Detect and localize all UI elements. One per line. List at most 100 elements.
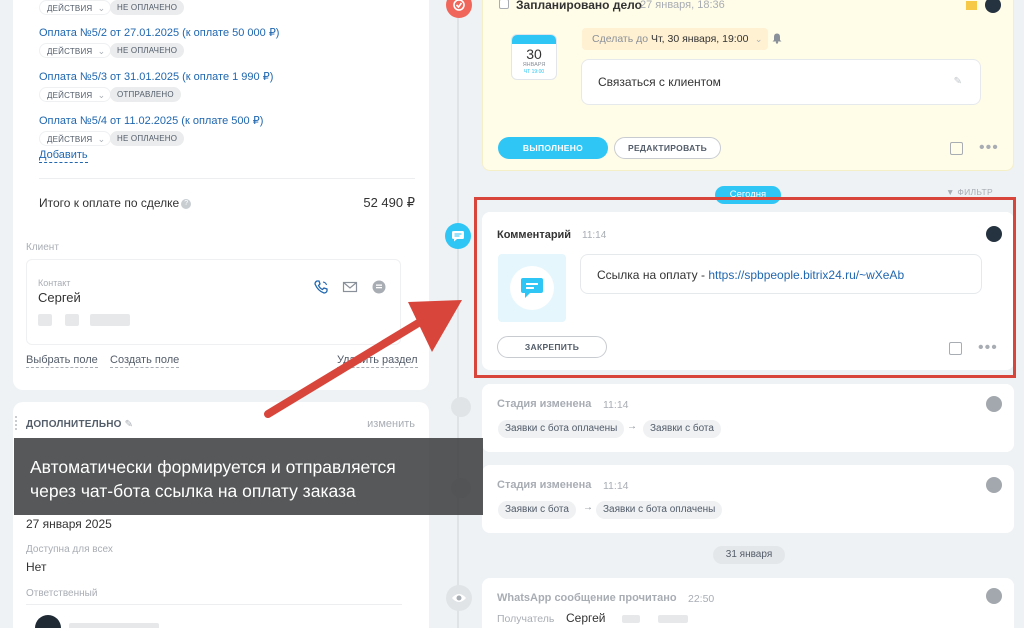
mail-icon[interactable] xyxy=(342,279,358,295)
activity-complete-checkbox[interactable] xyxy=(499,0,509,9)
redacted-phone xyxy=(622,615,640,623)
stage-change-title: Стадия изменена xyxy=(497,398,592,410)
comment-time: 11:14 xyxy=(582,230,607,241)
contact-name[interactable]: Сергей xyxy=(38,290,81,305)
stage-timeline-icon xyxy=(448,394,474,420)
divider xyxy=(26,604,402,605)
activity-check-icon xyxy=(446,0,472,18)
author-avatar[interactable] xyxy=(985,0,1001,13)
chevron-down-icon: ⌄ xyxy=(97,90,106,100)
payment-status-badge: отправлено xyxy=(110,87,181,102)
eye-icon xyxy=(446,585,472,611)
edit-activity-button[interactable]: редактировать xyxy=(614,137,721,159)
payment-link[interactable]: Оплата №5/2 от 27.01.2025 (к оплате 50 0… xyxy=(39,26,279,39)
whatsapp-read-card: WhatsApp сообщение прочитано 22:50 Получ… xyxy=(482,578,1014,628)
pencil-icon[interactable]: ✎ xyxy=(125,419,134,430)
note-icon[interactable] xyxy=(950,142,963,155)
add-payment-link[interactable]: Добавить xyxy=(39,149,88,163)
comment-bubble[interactable]: Ссылка на оплату - https://spbpeople.bit… xyxy=(580,254,982,294)
more-icon[interactable]: ••• xyxy=(979,140,999,156)
stage-from-chip: Заявки с бота оплачены xyxy=(498,420,625,438)
available-for-all-label: Доступна для всех xyxy=(26,544,113,555)
client-contact-block[interactable] xyxy=(26,259,401,345)
payments-card: действия ⌄ не оплачено Оплата №5/2 от 27.… xyxy=(13,0,429,390)
responsible-avatar[interactable] xyxy=(35,615,61,628)
additional-section-card: ДОПОЛНИТЕЛЬНО ✎ изменить 27 января 2025 … xyxy=(13,402,429,628)
recipient-name[interactable]: Сергей xyxy=(566,611,606,625)
drag-handle-icon[interactable] xyxy=(15,416,21,430)
arrow-right-icon: → xyxy=(627,421,637,432)
total-label: Итого к оплате по сделке? xyxy=(39,196,192,210)
redacted-name xyxy=(69,623,159,628)
total-value: 52 490 ₽ xyxy=(363,195,415,210)
chevron-down-icon: ⌄ xyxy=(97,46,106,56)
additional-section-title: ДОПОЛНИТЕЛЬНО ✎ xyxy=(26,419,134,430)
chevron-down-icon: ⌄ xyxy=(754,34,763,44)
complete-button[interactable]: выполнено xyxy=(498,137,608,159)
edit-section-link[interactable]: изменить xyxy=(367,418,415,430)
author-avatar[interactable] xyxy=(986,226,1002,242)
comment-title: Комментарий xyxy=(497,229,572,241)
comment-timeline-icon xyxy=(445,223,471,249)
today-divider: Сегодня xyxy=(715,186,781,204)
payment-link[interactable]: Оплата №5/4 от 11.02.2025 (к оплате 500 … xyxy=(39,114,263,127)
activity-date: 27 января, 18:36 xyxy=(640,0,725,11)
author-avatar[interactable] xyxy=(986,477,1002,493)
client-section-label: Клиент xyxy=(26,242,59,253)
payment-url-link[interactable]: https://spbpeople.bitrix24.ru/~wXeAb xyxy=(708,268,904,282)
date-field-value: 27 января 2025 xyxy=(26,517,112,531)
filter-button[interactable]: ▼ ФИЛЬТР xyxy=(946,187,993,197)
note-icon[interactable] xyxy=(949,342,962,355)
activity-description[interactable]: Связаться с клиентом ✎ xyxy=(581,59,981,105)
activity-title: Запланировано дело xyxy=(516,0,642,12)
responsible-label: Ответственный xyxy=(26,588,98,599)
delete-section-link[interactable]: Удалить раздел xyxy=(337,354,418,368)
available-for-all-value: Нет xyxy=(26,560,47,574)
timeline-line xyxy=(457,0,459,628)
redacted-phone xyxy=(65,314,79,326)
create-field-link[interactable]: Создать поле xyxy=(110,354,180,368)
stage-change-card: Стадия изменена 11:14 Заявки с бота → За… xyxy=(482,465,1014,533)
comment-card: Комментарий 11:14 Ссылка на оплату - htt… xyxy=(482,212,1014,370)
stage-from-chip: Заявки с бота xyxy=(498,501,576,519)
comment-text: Ссылка на оплату - https://spbpeople.bit… xyxy=(597,268,905,282)
video-caption: Автоматически формируется и отправляется… xyxy=(14,438,483,515)
comment-type-icon xyxy=(498,254,566,322)
author-avatar[interactable] xyxy=(986,588,1002,604)
payment-actions-dropdown[interactable]: действия ⌄ xyxy=(39,131,112,146)
payment-link[interactable]: Оплата №5/3 от 31.01.2025 (к оплате 1 99… xyxy=(39,70,273,83)
author-avatar[interactable] xyxy=(986,396,1002,412)
flag-icon xyxy=(966,1,977,10)
pencil-icon[interactable]: ✎ xyxy=(954,76,962,87)
redacted-phone xyxy=(38,314,52,326)
contact-label: Контакт xyxy=(38,278,71,288)
divider xyxy=(39,178,415,179)
payment-status-badge: не оплачено xyxy=(110,0,185,15)
stage-to-chip: Заявки с бота xyxy=(643,420,721,438)
chat-icon[interactable] xyxy=(371,279,387,295)
stage-change-title: Стадия изменена xyxy=(497,479,592,491)
calendar-icon: 30 ЯНВАРЯ ЧТ 19:00 xyxy=(511,34,557,80)
phone-icon[interactable] xyxy=(313,279,329,295)
whatsapp-title: WhatsApp сообщение прочитано xyxy=(497,592,677,604)
redacted-phone xyxy=(658,615,688,623)
chevron-down-icon: ⌄ xyxy=(97,3,106,13)
chevron-down-icon: ⌄ xyxy=(97,134,106,144)
deadline-selector[interactable]: Сделать до Чт, 30 января, 19:00 ⌄ xyxy=(582,28,769,50)
bell-icon[interactable] xyxy=(771,32,783,44)
payment-actions-dropdown[interactable]: действия ⌄ xyxy=(39,87,112,102)
select-field-link[interactable]: Выбрать поле xyxy=(26,354,98,368)
payment-actions-dropdown[interactable]: действия ⌄ xyxy=(39,0,112,15)
planned-activity-card: Запланировано дело 27 января, 18:36 30 Я… xyxy=(482,0,1014,171)
stage-to-chip: Заявки с бота оплачены xyxy=(596,501,723,519)
deal-details-column: действия ⌄ не оплачено Оплата №5/2 от 27.… xyxy=(0,0,432,628)
stage-change-time: 11:14 xyxy=(603,399,629,411)
more-icon[interactable]: ••• xyxy=(978,340,998,356)
pin-button[interactable]: закрепить xyxy=(497,336,607,358)
recipient-label: Получатель xyxy=(497,613,555,625)
date-divider: 31 января xyxy=(713,546,785,564)
help-icon[interactable]: ? xyxy=(181,198,192,209)
payment-actions-dropdown[interactable]: действия ⌄ xyxy=(39,43,112,58)
stage-change-card: Стадия изменена 11:14 Заявки с бота опла… xyxy=(482,384,1014,452)
redacted-phone xyxy=(90,314,130,326)
